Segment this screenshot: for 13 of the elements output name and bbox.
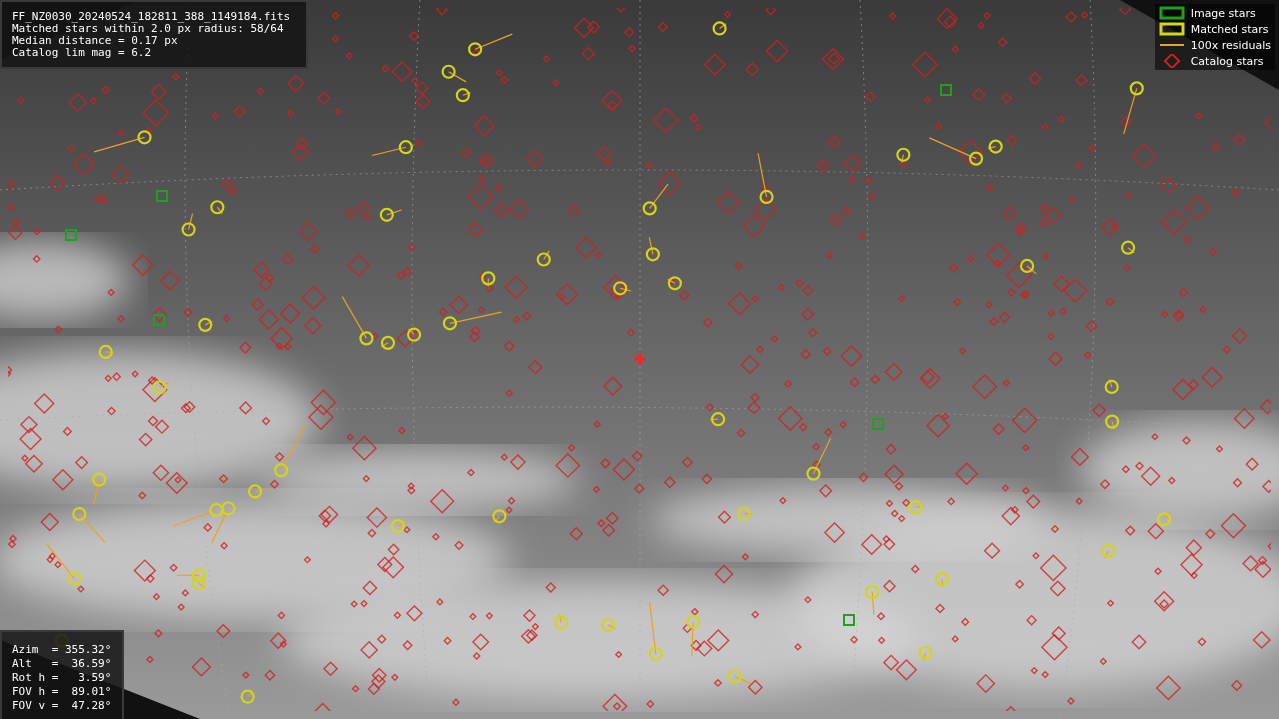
info-text: Median distance = 0.17 px <box>12 35 179 47</box>
pointing-text: FOV v = 47.28° <box>12 699 112 713</box>
info-text: FF_NZ0030_20240524_182811_388_1149184.fits <box>12 11 292 23</box>
pointing-text: Azim = 355.32° <box>12 643 112 657</box>
legend-label: Catalog stars <box>1190 54 1264 68</box>
legend-label: Image stars <box>1190 6 1256 20</box>
pointing-text: Alt = 36.59° <box>12 657 112 671</box>
legend-label: 100x residuals <box>1190 38 1271 52</box>
pointing-text: FOV h = 89.01° <box>12 685 112 699</box>
pointing-text: Rot h = 3.59° <box>12 671 112 685</box>
legend-label: Matched stars <box>1190 22 1269 36</box>
info-text: Matched stars within 2.0 px radius: 58/64 <box>12 23 284 35</box>
info-text: Catalog lim mag = 6.2 <box>12 47 153 59</box>
